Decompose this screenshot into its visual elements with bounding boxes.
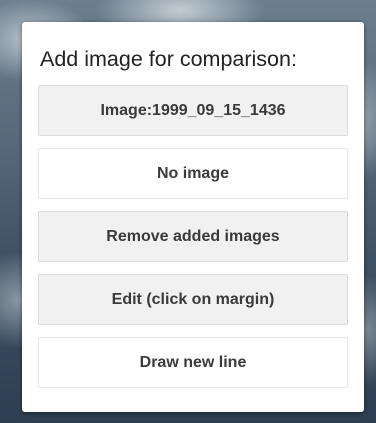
comparison-panel: Add image for comparison: Image:1999_09_… (22, 22, 364, 412)
draw-new-line-button[interactable]: Draw new line (38, 337, 348, 388)
panel-title: Add image for comparison: (40, 47, 297, 71)
image-select-button[interactable]: Image:1999_09_15_1436 (38, 85, 348, 136)
edit-margin-button[interactable]: Edit (click on margin) (38, 274, 348, 325)
remove-added-images-button[interactable]: Remove added images (38, 211, 348, 262)
no-image-button[interactable]: No image (38, 148, 348, 199)
